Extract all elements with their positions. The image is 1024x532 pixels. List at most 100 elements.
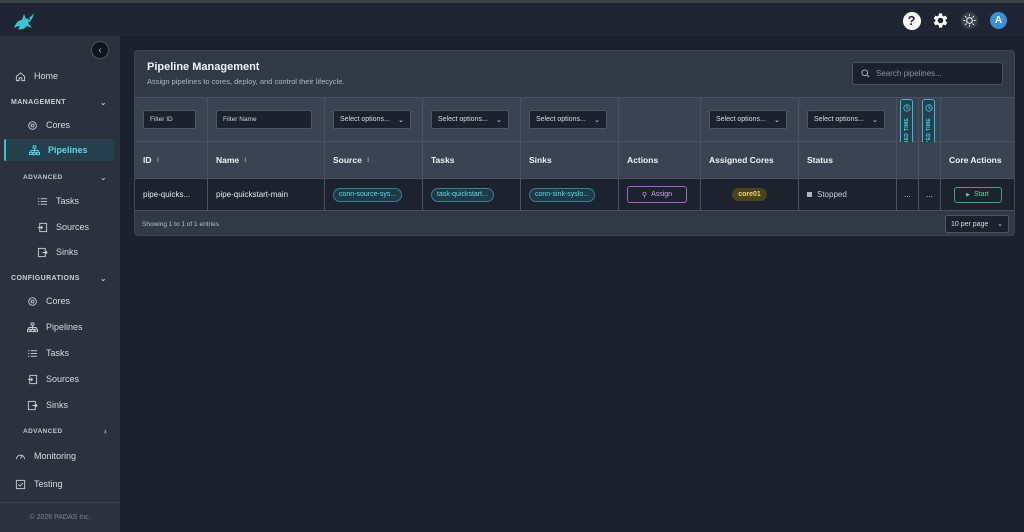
section-config-advanced[interactable]: ADVANCED › [23,427,107,436]
cell-deployed-time: ... [919,179,941,210]
help-glyph: ? [902,11,921,30]
sidebar-item-home[interactable]: Home [14,66,58,86]
filter-cores-select[interactable]: Select options... ⌄ [709,110,787,129]
filter-cell-name [208,98,325,141]
filter-id-input[interactable] [143,110,196,129]
sidebar-item-config-tasks[interactable]: Tasks [26,343,69,363]
dragon-logo-icon[interactable] [10,10,38,32]
sidebar-item-label: Pipelines [48,145,88,155]
task-pill[interactable]: task-quickstart... [431,187,494,202]
filter-status-select[interactable]: Select options... ⌄ [807,110,885,129]
column-label: Actions [627,155,659,165]
clock-icon [924,104,933,114]
cell-assigned-cores: core01 [701,179,799,210]
section-label: CONFIGURATIONS [11,275,80,282]
filter-cell-cores: Select options... ⌄ [701,98,799,141]
sidebar-item-config-pipelines[interactable]: Pipelines [26,317,83,337]
link-icon: ⚲ [641,191,648,199]
list-icon [36,195,48,207]
sidebar-item-pipelines[interactable]: Pipelines [28,140,88,160]
source-input-icon [36,221,48,233]
filter-cell-id [135,98,208,141]
filter-cell-source: Select options... ⌄ [325,98,423,141]
sidebar-item-config-cores[interactable]: Cores [26,291,70,311]
section-configurations[interactable]: CONFIGURATIONS ⌄ [11,274,107,283]
section-management[interactable]: MANAGEMENT ⌄ [11,98,107,107]
chevron-down-icon: ⌄ [496,116,502,124]
sidebar: ‹ Home MANAGEMENT ⌄ Cores Pipelines ADVA… [0,36,120,532]
filter-cell-sinks: Select options... ⌄ [521,98,619,141]
filter-cell-actions [619,98,701,141]
play-icon: ▶ [966,191,971,198]
section-advanced[interactable]: ADVANCED ⌄ [23,173,107,182]
sidebar-item-label: Sources [46,374,80,384]
sidebar-item-testing[interactable]: Testing [14,474,63,494]
source-input-icon [26,373,38,385]
column-label: Sinks [529,155,552,165]
sidebar-item-label: Monitoring [34,451,77,461]
settings-gear-icon[interactable] [931,11,950,30]
chevron-down-icon: ⌄ [99,274,107,283]
pipeline-tree-icon [28,144,40,156]
sidebar-item-sinks[interactable]: Sinks [36,242,78,262]
filter-cell-core-actions [941,98,1014,141]
column-header-source[interactable]: Source ⁝ [325,142,423,178]
sidebar-item-sources[interactable]: Sources [36,217,89,237]
sidebar-item-label: Cores [46,120,71,130]
sidebar-item-label: Sources [56,222,90,232]
filter-tasks-select[interactable]: Select options... ⌄ [431,110,509,129]
chevron-down-icon: ⌄ [774,116,780,124]
column-header-deployed-time [919,142,941,178]
sidebar-item-label: Pipelines [46,322,83,332]
cell-name: pipe-quickstart-main [208,179,325,210]
sink-output-icon [36,246,48,258]
start-button[interactable]: ▶ Start [953,186,1002,203]
chevron-left-icon: ‹ [98,44,102,56]
sort-icon: ⁝ [156,157,160,164]
filter-source-select[interactable]: Select options... ⌄ [333,110,411,129]
filter-cell-deployed-time: DEPLOYED TIME [919,98,941,177]
column-header-status: Status [799,142,897,178]
column-header-actions: Actions [619,142,701,178]
filter-row: Select options... ⌄ Select options... ⌄ … [135,97,1014,177]
sidebar-item-label: Tasks [46,348,70,358]
section-label: MANAGEMENT [11,99,66,106]
theme-sun-icon[interactable] [960,11,979,30]
section-label: ADVANCED [23,428,63,435]
sidebar-item-cores[interactable]: Cores [26,115,70,135]
sidebar-item-config-sinks[interactable]: Sinks [26,395,68,415]
source-pill[interactable]: conn-source-sys... [333,187,403,202]
gauge-icon [14,450,26,462]
column-header-id[interactable]: ID ⁝ [135,142,208,178]
column-header-name[interactable]: Name ⁝ [208,142,325,178]
sidebar-item-label: Sinks [46,400,69,410]
core-badge: core01 [732,188,767,201]
column-header-assigned-time [897,142,919,178]
assign-button[interactable]: ⚲ Assign [627,186,687,203]
page-subtitle: Assign pipelines to cores, deploy, and c… [147,77,345,86]
pipeline-id: pipe-quicks... [143,190,191,199]
chevron-down-icon: ⌄ [99,173,107,182]
filter-cell-status: Select options... ⌄ [799,98,897,141]
collapse-sidebar-button[interactable]: ‹ [91,41,109,59]
status-text: Stopped [817,190,847,199]
sidebar-item-label: Cores [46,296,71,306]
cell-actions: ⚲ Assign [619,179,701,210]
sidebar-item-tasks[interactable]: Tasks [36,191,79,211]
search-input[interactable] [876,69,996,78]
table-row[interactable]: pipe-quicks... pipe-quickstart-main conn… [135,179,1014,211]
sidebar-item-monitoring[interactable]: Monitoring [14,446,76,466]
chevron-down-icon: ⌄ [872,116,878,124]
filter-sinks-select[interactable]: Select options... ⌄ [529,110,607,129]
help-icon[interactable]: ? [902,11,921,30]
sink-pill[interactable]: conn-sink-syslo... [529,187,596,202]
filter-name-input[interactable] [216,110,312,129]
top-bar: ? A [0,0,1024,36]
list-icon [26,347,38,359]
pipeline-name: pipe-quickstart-main [216,190,289,199]
per-page-select[interactable]: 10 per page ⌄ [945,215,1009,233]
sidebar-item-config-sources[interactable]: Sources [26,369,79,389]
user-avatar[interactable]: A [989,11,1008,30]
section-label: ADVANCED [23,174,63,181]
filter-cell-assigned-time: ASSIGNED TIME [897,98,919,177]
